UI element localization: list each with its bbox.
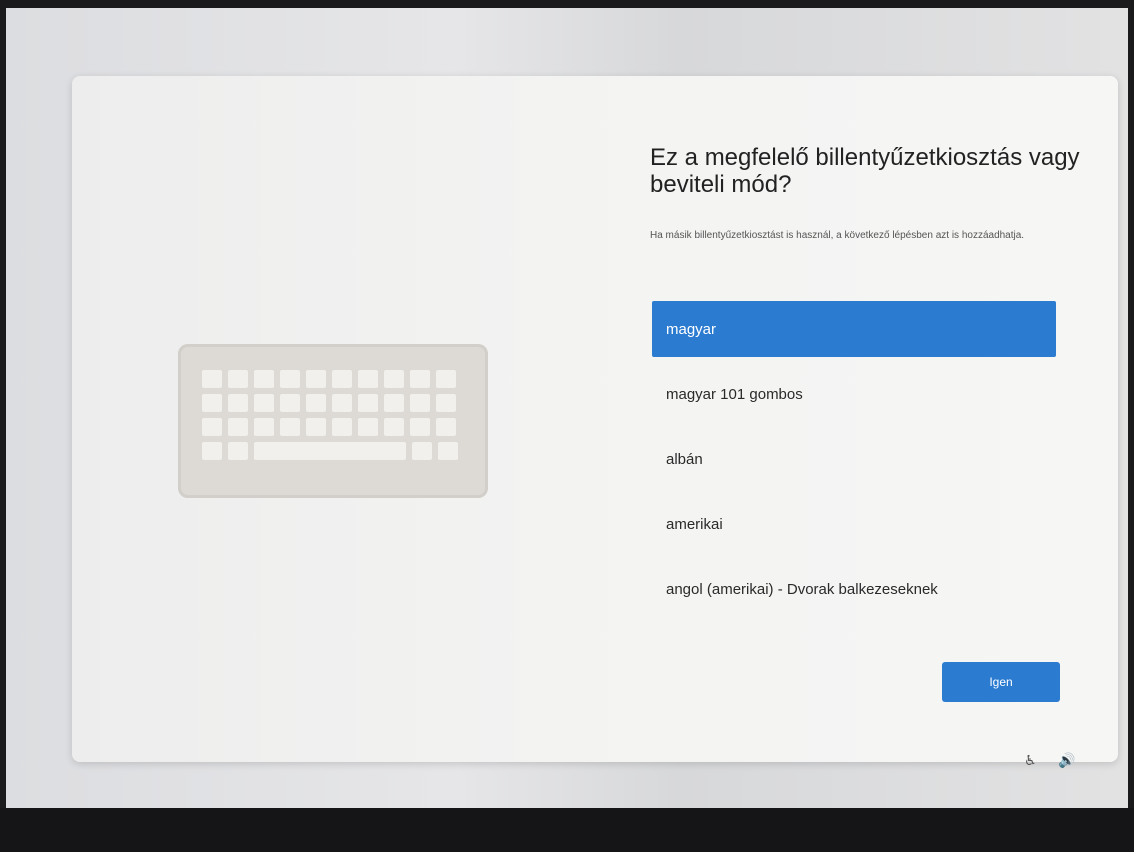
yes-button[interactable]: Igen	[942, 662, 1060, 702]
layout-item-magyar-101[interactable]: magyar 101 gombos	[652, 366, 1056, 422]
keyboard-row	[202, 418, 456, 436]
layout-item-alban[interactable]: albán	[652, 431, 1056, 487]
keyboard-row	[202, 442, 458, 460]
layout-item-partial[interactable]	[652, 626, 1056, 646]
screen: Ez a megfelelő billentyűzetkiosztás vagy…	[6, 8, 1128, 808]
accessibility-icon[interactable]: ♿	[1024, 752, 1037, 769]
keyboard-illustration	[178, 344, 488, 498]
layout-item-dvorak-left[interactable]: angol (amerikai) - Dvorak balkezeseknek	[652, 561, 1056, 617]
volume-icon[interactable]: 🔊	[1058, 752, 1075, 769]
keyboard-row	[202, 370, 456, 388]
keyboard-row	[202, 394, 456, 412]
layout-item-amerikai[interactable]: amerikai	[652, 496, 1056, 552]
monitor-bezel	[0, 808, 1134, 852]
oobe-dialog: Ez a megfelelő billentyűzetkiosztás vagy…	[72, 76, 1118, 762]
keyboard-layout-list[interactable]: magyar magyar 101 gombos albán amerikai …	[652, 301, 1056, 646]
page-subtitle: Ha másik billentyűzetkiosztást is haszná…	[650, 230, 1025, 241]
page-title: Ez a megfelelő billentyűzetkiosztás vagy…	[650, 144, 1080, 198]
layout-item-magyar[interactable]: magyar	[652, 301, 1056, 357]
